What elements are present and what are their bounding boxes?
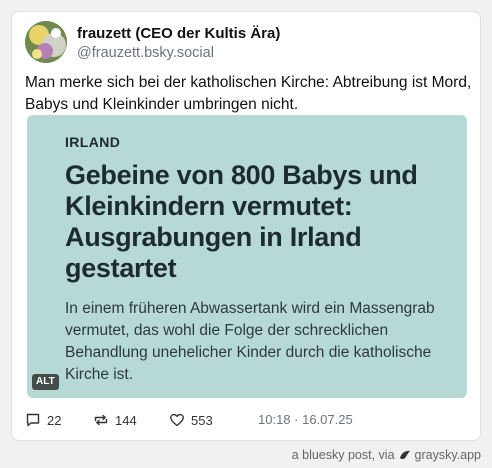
like-count: 553 [191,412,213,428]
repost-count: 144 [115,412,137,428]
heart-icon [169,412,185,428]
reply-count: 22 [47,412,62,428]
reply-icon [25,412,41,428]
footer-brand-link[interactable]: graysky.app [415,448,481,462]
author-display-name[interactable]: frauzett (CEO der Kultis Ära) [77,25,280,42]
embedded-image[interactable]: IRLAND Gebeine von 800 Babys und Kleinki… [27,115,467,398]
repost-icon [93,412,109,428]
article-lede: In einem früheren Abwassertank wird ein … [65,300,435,383]
post-timestamp[interactable]: 10:18 · 16.07.25 [258,412,353,427]
repost-button[interactable]: 144 [93,412,137,428]
article-headline: Gebeine von 800 Babys und Kleinkindern v… [65,160,418,283]
article-kicker: IRLAND [65,134,121,150]
post-card[interactable]: frauzett (CEO der Kultis Ära) @frauzett.… [11,11,481,441]
post-text: Man merke sich bei der katholischen Kirc… [25,74,472,113]
author-handle[interactable]: @frauzett.bsky.social [77,45,214,61]
alt-text-badge[interactable]: ALT [32,374,59,390]
avatar[interactable] [25,21,67,63]
footer-prefix: a bluesky post, via [291,448,395,462]
reply-button[interactable]: 22 [25,412,61,428]
graysky-logo-icon [399,449,411,461]
post-actions: 22 144 553 10:18 · 16.07.25 [25,412,465,428]
footer-attribution: a bluesky post, via graysky.app [292,448,481,462]
like-button[interactable]: 553 [169,412,213,428]
